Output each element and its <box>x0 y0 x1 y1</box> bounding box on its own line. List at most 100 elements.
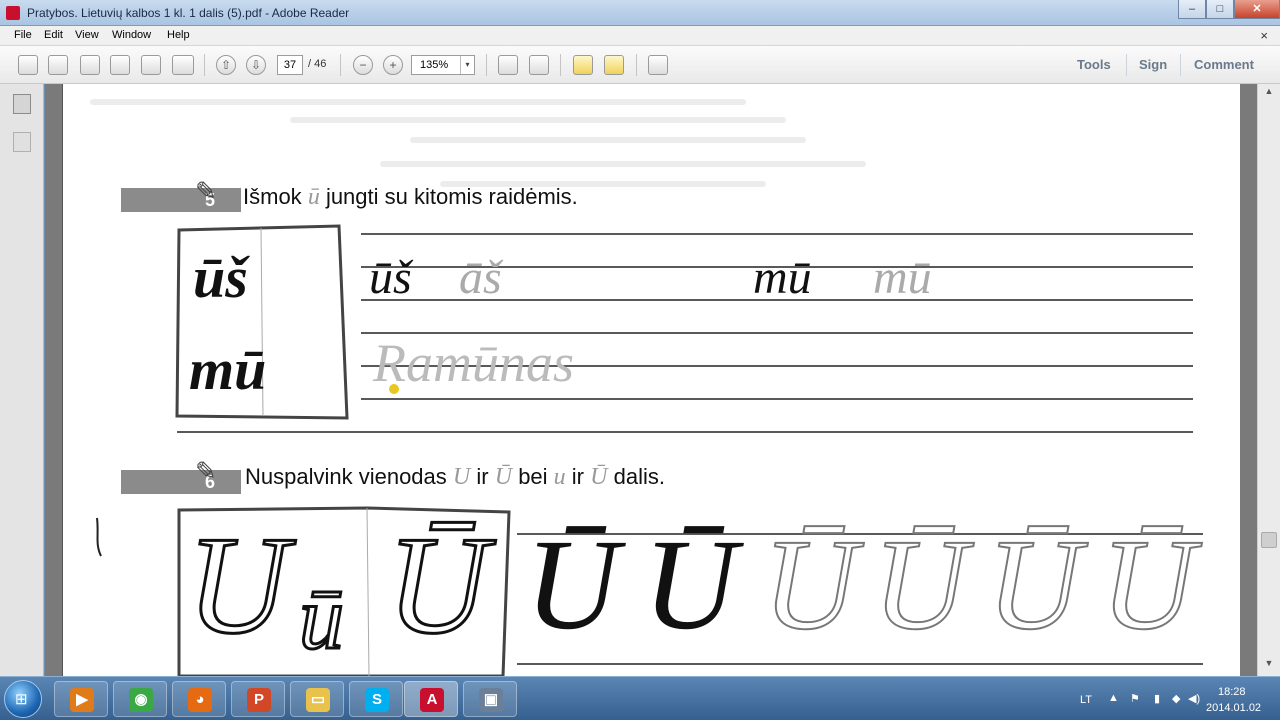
exercise6-part2: ir <box>476 464 489 489</box>
page-thumbnails-icon[interactable] <box>13 94 31 114</box>
line1-word-as: āš <box>459 251 502 304</box>
taskbar-chrome[interactable]: ◉ <box>113 681 167 717</box>
email-icon[interactable] <box>172 55 194 75</box>
clock-date[interactable]: 2014.01.02 <box>1206 702 1261 714</box>
taskbar-skype[interactable]: S <box>349 681 403 717</box>
exercise6-badge: 6 <box>121 470 241 494</box>
network-icon[interactable]: ◆ <box>1172 692 1180 705</box>
adobe-reader-icon: A <box>420 688 444 712</box>
print-icon[interactable] <box>141 55 161 75</box>
powerpoint-icon: P <box>247 688 271 712</box>
toolbar-separator <box>1126 54 1127 76</box>
sign-pane-link[interactable]: Sign <box>1139 57 1167 72</box>
exercise6-script1: U <box>452 464 471 490</box>
clock-time[interactable]: 18:28 <box>1218 686 1246 698</box>
exercise5-instruction: Išmok ū jungti su kitomis raidėmis. <box>243 184 578 211</box>
exercise5-text-before: Išmok <box>243 184 302 209</box>
toolbar-separator <box>204 54 205 76</box>
tools-pane-link[interactable]: Tools <box>1077 57 1111 72</box>
maximize-button[interactable]: □ <box>1206 0 1234 19</box>
volume-icon[interactable]: ◀) <box>1188 692 1200 705</box>
toolbar-separator <box>1180 54 1181 76</box>
menu-edit[interactable]: Edit <box>44 29 63 41</box>
exercise5-script-letter: ū <box>307 184 320 210</box>
taskbar-firefox[interactable]: ◕ <box>172 681 226 717</box>
practice-letter: Ū <box>525 513 619 657</box>
zoom-value: 135% <box>420 59 449 71</box>
card-letter-U: U <box>185 508 289 663</box>
line2-word-ramunas: Ramūnas <box>373 333 574 393</box>
chrome-icon: ◉ <box>129 688 153 712</box>
zoom-in-icon[interactable]: + <box>383 55 403 75</box>
menu-window[interactable]: Window <box>112 29 151 41</box>
exercise6-part3: bei <box>518 464 548 489</box>
fit-width-icon[interactable] <box>529 55 549 75</box>
language-indicator[interactable]: LT <box>1080 694 1092 706</box>
exercise6-part4: ir <box>571 464 585 489</box>
exercise6-part5: dalis. <box>613 464 665 489</box>
line1-word-mu: mū <box>753 251 812 304</box>
battery-icon[interactable]: ▮ <box>1154 692 1160 705</box>
folder-icon: ▭ <box>306 688 330 712</box>
close-document-icon[interactable]: × <box>1260 28 1268 43</box>
cursor-marker <box>389 384 399 394</box>
toolbar-separator <box>340 54 341 76</box>
exercise6-script4: Ū <box>590 464 608 490</box>
save-icon: ▣ <box>479 688 503 712</box>
menu-help[interactable]: Help <box>167 29 190 41</box>
menu-file[interactable]: File <box>14 29 32 41</box>
card-word-mu: mū <box>189 337 267 402</box>
fullscreen-icon[interactable] <box>648 55 668 75</box>
window-controls: – □ ✕ <box>1178 0 1280 20</box>
scroll-down-arrow-icon[interactable]: ▼ <box>1261 658 1277 674</box>
edit-icon[interactable] <box>80 55 100 75</box>
card-word-us: ūš <box>193 245 248 310</box>
folder-icon[interactable] <box>110 55 130 75</box>
toolbar-separator <box>486 54 487 76</box>
vertical-scrollbar[interactable]: ▲ ▼ <box>1257 84 1280 676</box>
taskbar-media-player[interactable]: ▶ <box>54 681 108 717</box>
menu-view[interactable]: View <box>75 29 99 41</box>
scroll-up-arrow-icon[interactable]: ▲ <box>1261 86 1277 102</box>
start-button[interactable]: ⊞ <box>4 680 42 718</box>
line1-word-mu-trace: mū <box>873 251 932 304</box>
open-icon[interactable] <box>48 55 68 75</box>
taskbar-adobe-reader[interactable]: A <box>404 681 458 717</box>
zoom-out-icon[interactable]: − <box>353 55 373 75</box>
taskbar-explorer[interactable]: ▭ <box>290 681 344 717</box>
previous-page-icon[interactable]: ⇧ <box>216 55 236 75</box>
taskbar-save-app[interactable]: ▣ <box>463 681 517 717</box>
page-total: / 46 <box>308 58 327 70</box>
skype-icon: S <box>365 688 389 712</box>
margin-mark <box>96 517 102 557</box>
attachments-icon[interactable] <box>13 132 31 152</box>
window-title: Pratybos. Lietuvių kalbos 1 kl. 1 dalis … <box>27 6 350 20</box>
firefox-icon: ◕ <box>188 688 212 712</box>
taskbar-powerpoint[interactable]: P <box>231 681 285 717</box>
fit-page-icon[interactable] <box>498 55 518 75</box>
media-player-icon: ▶ <box>70 688 94 712</box>
line1-word-us: ūš <box>369 251 412 304</box>
card-letter-U-macron: Ū <box>385 508 489 663</box>
comment-pane-link[interactable]: Comment <box>1194 57 1254 72</box>
windows-logo-icon: ⊞ <box>15 691 28 708</box>
scroll-thumb[interactable] <box>1261 532 1277 548</box>
close-button[interactable]: ✕ <box>1234 0 1280 19</box>
zoom-select[interactable]: 135% ▾ <box>411 55 475 75</box>
exercise5-text-after: jungti su kitomis raidėmis. <box>325 184 578 209</box>
toolbar-separator <box>560 54 561 76</box>
practice-letter-trace: Ū <box>1100 513 1196 657</box>
action-center-flag-icon[interactable]: ⚑ <box>1130 692 1140 705</box>
practice-letter-trace: Ū <box>762 513 858 657</box>
chevron-down-icon[interactable]: ▾ <box>460 56 474 74</box>
exercise6-instruction: Nuspalvink vienodas U ir Ū bei u ir Ū da… <box>245 464 665 491</box>
minimize-button[interactable]: – <box>1178 0 1206 19</box>
exercise6-script3: u <box>553 464 566 490</box>
next-page-icon[interactable]: ⇩ <box>246 55 266 75</box>
create-pdf-icon[interactable] <box>18 55 38 75</box>
highlight-icon[interactable] <box>604 55 624 75</box>
card-letter-u-macron: ū <box>298 569 346 668</box>
tray-expand-icon[interactable]: ▲ <box>1108 692 1119 704</box>
page-number-input[interactable]: 37 <box>277 55 303 75</box>
comment-icon[interactable] <box>573 55 593 75</box>
